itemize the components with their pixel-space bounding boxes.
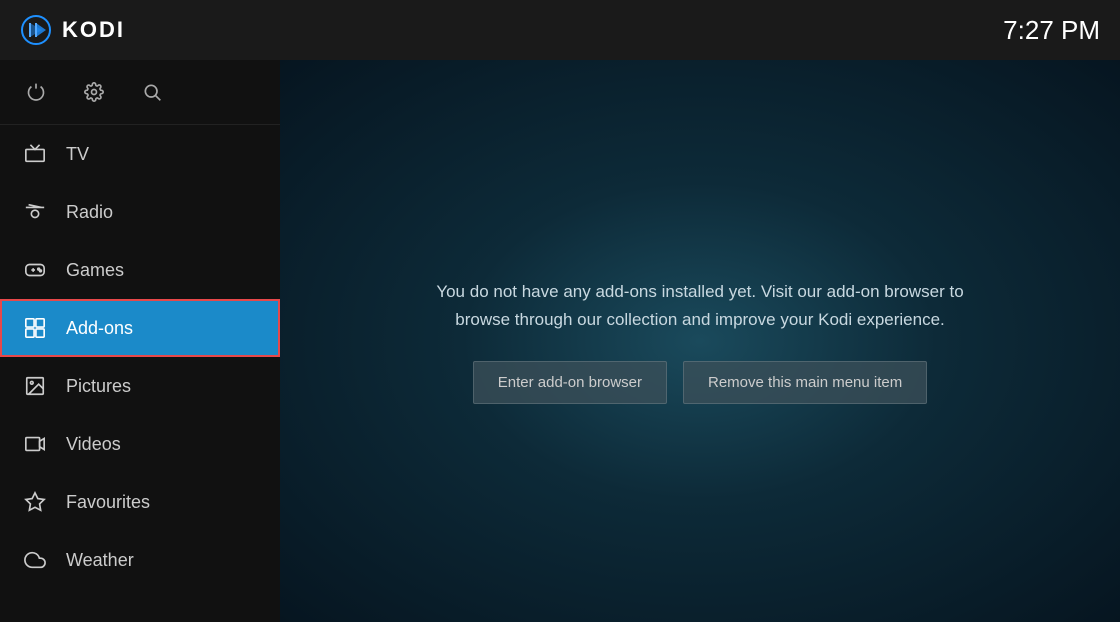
search-button[interactable] — [138, 78, 166, 106]
sidebar-item-videos-label: Videos — [66, 434, 121, 455]
sidebar-item-pictures[interactable]: Pictures — [0, 357, 280, 415]
sidebar-item-videos[interactable]: Videos — [0, 415, 280, 473]
favourites-icon — [22, 489, 48, 515]
kodi-logo-icon — [20, 14, 52, 46]
kodi-logo: KODI — [20, 14, 125, 46]
power-button[interactable] — [22, 78, 50, 106]
games-icon — [22, 257, 48, 283]
remove-menu-item-button[interactable]: Remove this main menu item — [683, 361, 927, 404]
content-buttons: Enter add-on browser Remove this main me… — [473, 361, 928, 404]
content-center: You do not have any add-ons installed ye… — [420, 278, 980, 403]
clock: 7:27 PM — [1003, 15, 1100, 46]
sidebar-item-pictures-label: Pictures — [66, 376, 131, 397]
sidebar-item-favourites[interactable]: Favourites — [0, 473, 280, 531]
sidebar-item-games-label: Games — [66, 260, 124, 281]
videos-icon — [22, 431, 48, 457]
sidebar: TV Radio — [0, 60, 280, 622]
app-title: KODI — [62, 17, 125, 43]
sidebar-item-tv[interactable]: TV — [0, 125, 280, 183]
addons-icon — [22, 315, 48, 341]
weather-icon — [22, 547, 48, 573]
pictures-icon — [22, 373, 48, 399]
top-bar: KODI 7:27 PM — [0, 0, 1120, 60]
sidebar-item-addons[interactable]: Add-ons — [0, 299, 280, 357]
sidebar-item-favourites-label: Favourites — [66, 492, 150, 513]
sidebar-item-weather-label: Weather — [66, 550, 134, 571]
tv-icon — [22, 141, 48, 167]
sidebar-top-icons — [0, 60, 280, 125]
sidebar-item-addons-label: Add-ons — [66, 318, 133, 339]
sidebar-item-tv-label: TV — [66, 144, 89, 165]
sidebar-item-weather[interactable]: Weather — [0, 531, 280, 589]
sidebar-item-games[interactable]: Games — [0, 241, 280, 299]
radio-icon — [22, 199, 48, 225]
main-layout: TV Radio — [0, 60, 1120, 622]
sidebar-nav: TV Radio — [0, 125, 280, 622]
enter-addon-browser-button[interactable]: Enter add-on browser — [473, 361, 667, 404]
sidebar-item-radio[interactable]: Radio — [0, 183, 280, 241]
content-area: You do not have any add-ons installed ye… — [280, 60, 1120, 622]
content-message: You do not have any add-ons installed ye… — [420, 278, 980, 332]
settings-button[interactable] — [80, 78, 108, 106]
sidebar-item-radio-label: Radio — [66, 202, 113, 223]
